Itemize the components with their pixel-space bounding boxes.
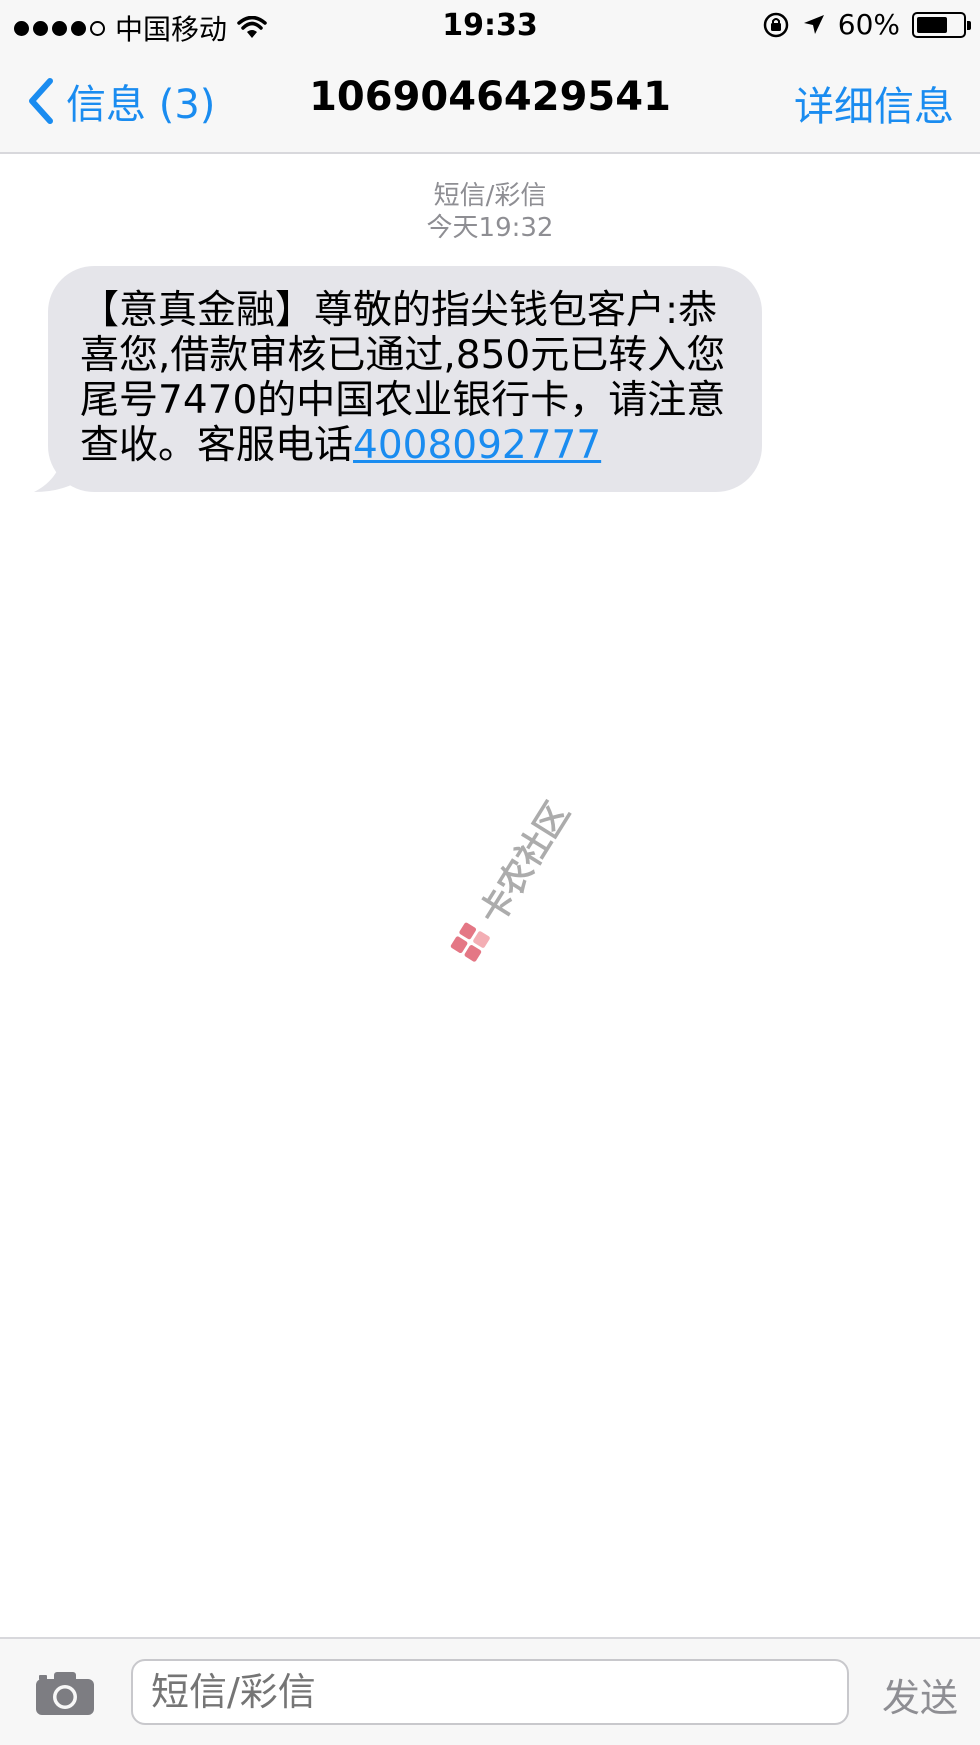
watermark-logo-icon xyxy=(450,922,490,962)
back-button[interactable]: 信息 (3) xyxy=(26,72,215,130)
battery-percent: 60% xyxy=(837,8,900,41)
composer-bar: 发送 xyxy=(0,1637,980,1745)
thread-meta: 短信/彩信 今天19:32 xyxy=(0,180,980,244)
status-right: 60% xyxy=(762,8,971,41)
camera-icon[interactable] xyxy=(34,1669,96,1717)
status-bar: 中国移动 19:33 60% xyxy=(0,0,980,50)
message-line-last: 查收。客服电话4008092777 xyxy=(80,423,730,468)
phone-link[interactable]: 4008092777 xyxy=(353,423,601,468)
message-line: 【意真金融】尊敬的指尖钱包客户:恭 xyxy=(80,288,718,333)
orientation-lock-icon xyxy=(763,12,789,37)
send-button[interactable]: 发送 xyxy=(882,1667,958,1722)
incoming-message-bubble: 【意真金融】尊敬的指尖钱包客户:恭 喜您,借款审核已通过,850元已转入您 尾号… xyxy=(48,266,762,492)
battery-icon xyxy=(912,11,971,38)
message-line-prefix: 查收。客服电话 xyxy=(80,423,354,468)
message-line: 喜您,借款审核已通过,850元已转入您 xyxy=(80,333,726,378)
watermark-text: 卡农社区 xyxy=(471,794,578,932)
back-label: 信息 (3) xyxy=(66,82,216,128)
message-input[interactable] xyxy=(131,1659,849,1725)
top-chrome: 中国移动 19:33 60% 信息 (3) 1069046429541 详细信息 xyxy=(0,0,980,154)
location-arrow-icon xyxy=(803,14,824,34)
message-line: 尾号7470的中国农业银行卡，请注意 xyxy=(80,378,726,423)
message-timestamp: 今天19:32 xyxy=(426,213,554,243)
nav-bar: 信息 (3) 1069046429541 详细信息 xyxy=(0,62,980,138)
details-button[interactable]: 详细信息 xyxy=(794,74,954,132)
message-type-label: 短信/彩信 xyxy=(433,181,547,211)
watermark: 卡农社区 xyxy=(394,761,625,998)
chevron-left-icon xyxy=(29,78,53,124)
